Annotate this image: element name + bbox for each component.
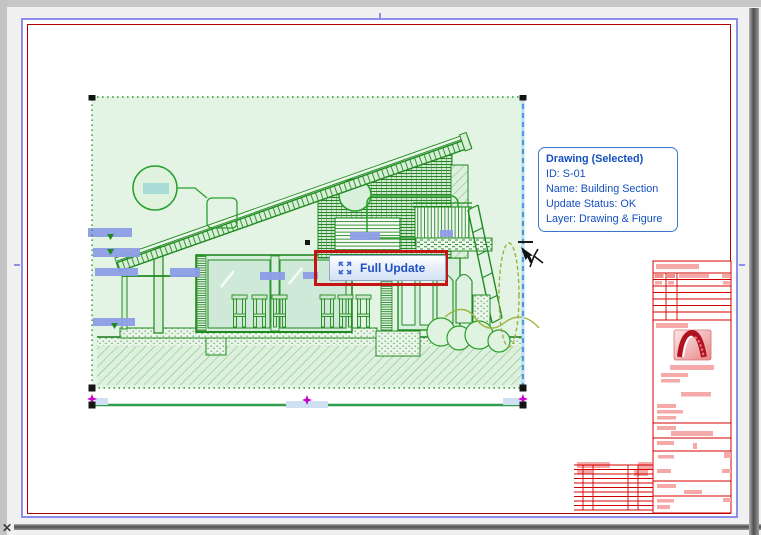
archicad-layout-window: { "window": { "origin_marker": "✕" }, "t… — [0, 0, 761, 535]
drawing-info-tooltip: Drawing (Selected) ID: S-01 Name: Buildi… — [538, 147, 678, 232]
footing-left — [205, 337, 227, 356]
tooltip-line-name: Name: Building Section — [546, 183, 659, 195]
window-left-edge — [0, 0, 7, 535]
full-update-button[interactable]: Full Update — [329, 255, 446, 281]
layout-origin-marker: ✕ — [2, 521, 13, 535]
hotspot-diamonds[interactable] — [87, 394, 528, 405]
titleblock[interactable] — [574, 260, 734, 515]
full-update-label: Full Update — [360, 261, 426, 275]
tooltip-line-status: Update Status: OK — [546, 198, 637, 210]
paper-shadow-right — [749, 8, 759, 535]
paper-midpoint-tick-left — [14, 264, 20, 266]
paper-shadow-bottom — [14, 524, 761, 530]
revision-table — [574, 462, 653, 511]
tooltip-line-layer: Layer: Drawing & Figure — [546, 213, 663, 225]
window-top-edge — [0, 0, 761, 7]
paper-midpoint-tick-top — [379, 13, 381, 19]
update-arrows-icon — [338, 261, 352, 275]
tooltip-line-id: ID: S-01 — [546, 168, 586, 180]
tooltip-title: Drawing (Selected) — [546, 153, 644, 165]
paper-midpoint-tick-right — [739, 264, 745, 266]
callout-label — [143, 183, 169, 194]
archicad-logo — [673, 329, 712, 361]
footing-right — [375, 330, 421, 357]
